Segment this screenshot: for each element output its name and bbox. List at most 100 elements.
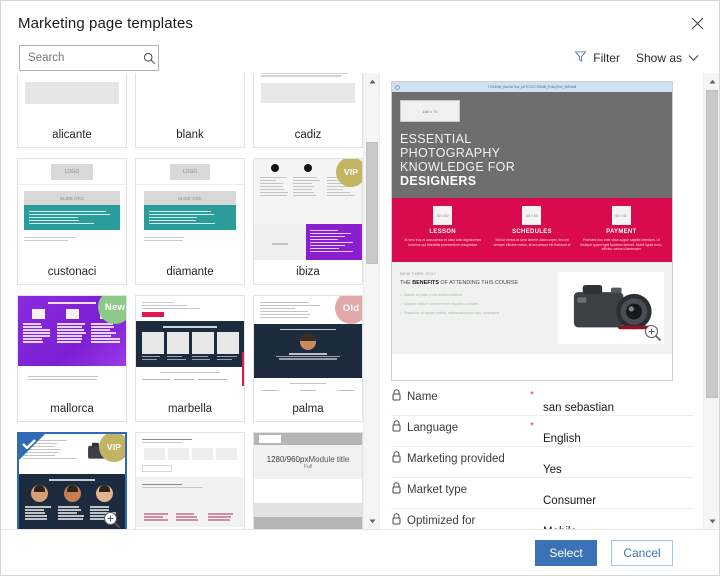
required-marker: * [521, 420, 543, 434]
detail-scrollbar[interactable] [703, 73, 719, 529]
template-picker-dialog: Marketing page templates Filter [0, 0, 720, 576]
filter-button[interactable]: Filter [568, 48, 626, 68]
property-row: Optimized for Mobile [391, 509, 694, 529]
property-row: Market type Consumer [391, 478, 694, 509]
preview-url: TCS/Edit/_BannerText_Ur/TCS/TCS/Edit/_Po… [488, 85, 576, 90]
property-row: Name * san sebastian [391, 385, 694, 416]
template-card-blank[interactable]: blank [135, 73, 245, 148]
required-marker: * [521, 389, 543, 403]
preview-feature-columns: 60 x 60 LESSON At vero eos et accusamus … [392, 198, 672, 262]
template-thumbnail: VIP [254, 159, 362, 260]
grid-scrollbar[interactable] [363, 73, 379, 529]
preview-browser-bar: TCS/Edit/_BannerText_Ur/TCS/TCS/Edit/_Po… [392, 82, 672, 92]
camera-photo [558, 272, 664, 344]
template-card-sitges[interactable]: sitges [135, 432, 245, 529]
grid-scrollbar-thumb[interactable] [366, 142, 378, 264]
search-icon[interactable] [141, 52, 158, 65]
lock-icon [391, 513, 402, 528]
detail-scrollbar-thumb[interactable] [706, 90, 718, 398]
filter-label: Filter [593, 52, 620, 64]
feature-title: LESSON [429, 229, 455, 235]
template-thumbnail: Old [254, 296, 362, 397]
magnifier-icon[interactable] [644, 324, 662, 342]
show-as-label: Show as [636, 52, 682, 64]
search-box[interactable] [19, 45, 159, 71]
property-name: Marketing provided [407, 453, 505, 465]
template-card-marbella[interactable]: marbella [135, 295, 245, 422]
feature-column: 60 x 60 LESSON At vero eos et accusamus … [398, 206, 487, 252]
benefits-kicker: NEW YORK 2017 [400, 272, 552, 276]
benefit-item: ✓ Aliquam dictum sit amet enim faucibus … [400, 302, 552, 307]
preview-hero: 180 x 70 ESSENTIAL PHOTOGRAPHY KNOWLEDGE… [392, 92, 672, 198]
template-card-label: mallorca [18, 397, 126, 421]
preview-headline: ESSENTIAL PHOTOGRAPHY KNOWLEDGE FOR DESI… [400, 132, 672, 188]
property-label: Name [391, 389, 521, 404]
property-label: Language [391, 420, 521, 435]
show-as-button[interactable]: Show as [630, 49, 705, 67]
template-card-label: blank [136, 123, 244, 147]
template-preview[interactable]: TCS/Edit/_BannerText_Ur/TCS/TCS/Edit/_Po… [391, 81, 673, 381]
property-row: Language * English [391, 416, 694, 447]
feature-title: SCHEDULES [512, 229, 552, 235]
magnifier-icon[interactable] [103, 511, 121, 529]
template-thumbnail: LOGO SLIDE GRC [136, 159, 244, 260]
template-card-diamante[interactable]: LOGO SLIDE GRC diamante [135, 158, 245, 285]
property-name: Optimized for [407, 515, 475, 527]
badge-vip: VIP [99, 434, 125, 462]
hero-image-placeholder: 180 x 70 [400, 100, 460, 122]
toolbar-actions: Filter Show as [568, 48, 705, 68]
template-grid: alicante blank cadiz LOGO SLIDE GRC custo… [17, 73, 363, 529]
template-card-alicante[interactable]: alicante [17, 73, 127, 148]
checkmark-icon [22, 436, 36, 446]
select-button[interactable]: Select [535, 540, 597, 566]
template-thumbnail [136, 296, 244, 397]
template-thumbnail: New [18, 296, 126, 397]
template-card-mallorca[interactable]: New mallorca [17, 295, 127, 422]
feature-body: Sed ut metus at urna laoreet ullamcorper… [487, 238, 576, 247]
dialog-footer: Select Cancel [1, 529, 719, 575]
template-grid-pane: alicante blank cadiz LOGO SLIDE GRC custo… [1, 73, 379, 529]
search-input[interactable] [20, 52, 141, 64]
headline-line-1: ESSENTIAL [400, 132, 672, 146]
cancel-button[interactable]: Cancel [611, 540, 673, 566]
template-thumbnail: 1280/960pxModule title Full [254, 433, 362, 529]
scroll-up-icon[interactable] [704, 73, 719, 89]
feature-body: Praesent non ante vitae augue sagittis i… [577, 238, 666, 252]
template-card-custonaci[interactable]: LOGO SLIDE GRC custonaci [17, 158, 127, 285]
property-row: Marketing provided Yes [391, 447, 694, 478]
template-grid-clip: alicante blank cadiz LOGO SLIDE GRC custo… [1, 73, 363, 529]
close-icon[interactable] [683, 9, 711, 37]
template-card-palma[interactable]: Old palma [253, 295, 363, 422]
template-detail-pane: TCS/Edit/_BannerText_Ur/TCS/TCS/Edit/_Po… [379, 73, 719, 529]
feature-image-placeholder: 60 x 60 [433, 206, 452, 225]
property-value: English [543, 420, 694, 445]
toolbar: Filter Show as [1, 45, 719, 73]
lock-icon [391, 451, 402, 466]
property-value: Consumer [543, 482, 694, 507]
template-thumbnail: VIP [19, 434, 125, 529]
lock-icon [391, 389, 402, 404]
property-name: Name [407, 391, 438, 403]
template-card-label: alicante [18, 123, 126, 147]
template-thumbnail [18, 73, 126, 123]
template-card-ibiza[interactable]: VIP ibiza [253, 158, 363, 285]
benefit-item: ✓ Mauris eu justo a est luctus euismod. [400, 293, 552, 298]
dialog-body: alicante blank cadiz LOGO SLIDE GRC custo… [1, 73, 719, 529]
headline-line-4: DESIGNERS [400, 174, 672, 188]
preview-browser-dot-icon [395, 85, 400, 90]
scroll-down-icon[interactable] [704, 513, 719, 529]
property-value: san sebastian [543, 389, 694, 414]
filter-funnel-icon [574, 50, 587, 66]
benefits-subtitle: THE BENEFITS OF ATTENDING THIS COURSE [400, 280, 552, 287]
template-card-struct-1[interactable]: 1280/960pxModule title Full struct-1 [253, 432, 363, 529]
template-card-san-sebastian[interactable]: VIPsan sebastian [17, 432, 127, 529]
template-card-cadiz[interactable]: cadiz [253, 73, 363, 148]
scroll-up-icon[interactable] [364, 73, 379, 89]
template-thumbnail: LOGO SLIDE GRC [18, 159, 126, 260]
property-value: Mobile [543, 513, 694, 529]
headline-line-2: PHOTOGRAPHY [400, 146, 672, 160]
feature-title: PAYMENT [606, 229, 636, 235]
badge-vip: VIP [336, 159, 362, 187]
scroll-down-icon[interactable] [364, 513, 379, 529]
chevron-down-icon [688, 51, 699, 65]
